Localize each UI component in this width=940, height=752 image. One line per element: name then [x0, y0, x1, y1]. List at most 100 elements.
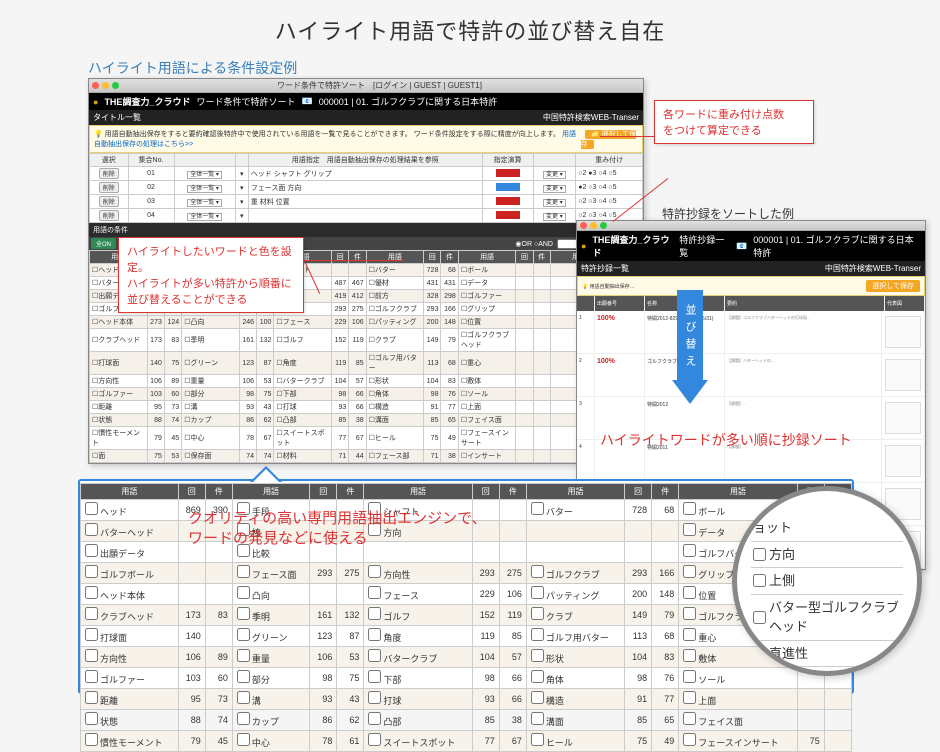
term-cell[interactable]: ゴルフボール: [81, 563, 179, 584]
term-cell[interactable]: ☐角度: [274, 352, 332, 375]
term-checkbox[interactable]: [85, 502, 98, 515]
term-cell[interactable]: 部分: [232, 668, 309, 689]
color-swatch[interactable]: [496, 183, 520, 191]
term-checkbox[interactable]: [85, 523, 98, 536]
term-cell[interactable]: ☐クラブヘッド: [90, 329, 148, 352]
term-cell[interactable]: ☐重量: [182, 375, 240, 388]
term-cell[interactable]: ソール: [679, 668, 797, 689]
term-checkbox[interactable]: [237, 649, 250, 662]
term-cell[interactable]: ☐フェイス面: [458, 414, 516, 427]
term-cell[interactable]: ☐重心: [458, 352, 516, 375]
term-cell[interactable]: ☐バター: [366, 264, 424, 277]
term-checkbox[interactable]: [85, 628, 98, 641]
term-cell[interactable]: ☐スイートスポット: [274, 427, 332, 450]
term-cell[interactable]: ゴルフ用バター: [526, 626, 624, 647]
term-checkbox[interactable]: [683, 649, 696, 662]
term-checkbox[interactable]: [368, 670, 381, 683]
term-checkbox[interactable]: [85, 565, 98, 578]
term-cell[interactable]: 方向性: [81, 647, 179, 668]
term-cell[interactable]: ☐前方: [366, 290, 424, 303]
term-checkbox[interactable]: [237, 691, 250, 704]
term-cell[interactable]: ☐面: [90, 450, 148, 463]
term-checkbox[interactable]: [683, 607, 696, 620]
term-cell[interactable]: ☐ボール: [458, 264, 516, 277]
term-cell[interactable]: ☐ゴルファー: [458, 290, 516, 303]
term-cell[interactable]: ☐凸向: [182, 316, 240, 329]
link-cn-search[interactable]: 中国特許検索: [543, 113, 591, 122]
term-cell[interactable]: ☐フェース部: [366, 450, 424, 463]
term-cell[interactable]: ☐方向性: [90, 375, 148, 388]
term-cell[interactable]: [526, 542, 624, 563]
term-cell[interactable]: ☐ソール: [458, 388, 516, 401]
term-cell[interactable]: ☐保存面: [182, 450, 240, 463]
term-cell[interactable]: ☐ヘッド本体: [90, 316, 148, 329]
term-checkbox[interactable]: [85, 649, 98, 662]
term-cell[interactable]: ☐クラブ: [366, 329, 424, 352]
term-cell[interactable]: 角体: [526, 668, 624, 689]
term-checkbox[interactable]: [753, 548, 766, 561]
term-cell[interactable]: ☐ゴルフ用バター: [366, 352, 424, 375]
term-cell[interactable]: ☐材料: [274, 450, 332, 463]
term-cell[interactable]: 方向性: [364, 563, 472, 584]
term-checkbox[interactable]: [531, 670, 544, 683]
term-cell[interactable]: ☐バタークラブ: [274, 375, 332, 388]
save-button[interactable]: 📁 選択して保存: [581, 130, 636, 149]
term-cell[interactable]: ☐フェース: [274, 316, 332, 329]
term-cell[interactable]: ☐凸部: [274, 414, 332, 427]
term-cell[interactable]: ☐形状: [366, 375, 424, 388]
term-checkbox[interactable]: [237, 670, 250, 683]
term-checkbox[interactable]: [237, 733, 250, 746]
term-cell[interactable]: クラブ: [526, 605, 624, 626]
term-checkbox[interactable]: [85, 712, 98, 725]
term-cell[interactable]: フェースインサート: [679, 731, 797, 752]
term-cell[interactable]: ☐フェースインサート: [458, 427, 516, 450]
term-cell[interactable]: クラブヘッド: [81, 605, 179, 626]
term-cell[interactable]: バター: [526, 500, 624, 521]
term-cell[interactable]: バターヘッド: [81, 521, 179, 542]
term-checkbox[interactable]: [368, 628, 381, 641]
term-checkbox[interactable]: [683, 628, 696, 641]
term-checkbox[interactable]: [531, 586, 544, 599]
term-checkbox[interactable]: [85, 607, 98, 620]
term-checkbox[interactable]: [85, 691, 98, 704]
term-cell[interactable]: ☐溝: [182, 401, 240, 414]
term-cell[interactable]: 凸部: [364, 710, 472, 731]
term-checkbox[interactable]: [683, 565, 696, 578]
term-cell[interactable]: ☐ゴルフ: [274, 329, 332, 352]
term-checkbox[interactable]: [85, 733, 98, 746]
term-cell[interactable]: ヘッド本体: [81, 584, 179, 605]
term-cell[interactable]: 溝面: [526, 710, 624, 731]
term-checkbox[interactable]: [683, 523, 696, 536]
term-cell[interactable]: ☐敷体: [458, 375, 516, 388]
term-cell[interactable]: 下部: [364, 668, 472, 689]
term-checkbox[interactable]: [237, 586, 250, 599]
term-cell[interactable]: ☐パッティング: [366, 316, 424, 329]
term-cell[interactable]: ☐ゴルフクラブヘッド: [458, 329, 516, 352]
term-checkbox[interactable]: [368, 712, 381, 725]
term-checkbox[interactable]: [368, 586, 381, 599]
term-cell[interactable]: ☐打球: [274, 401, 332, 414]
term-checkbox[interactable]: [85, 670, 98, 683]
scope-select[interactable]: 全体一覧 ▾: [187, 171, 222, 179]
term-cell[interactable]: ☐インサート: [458, 450, 516, 463]
term-cell[interactable]: 溝: [232, 689, 309, 710]
term-cell[interactable]: ☐角体: [366, 388, 424, 401]
term-cell[interactable]: 出願データ: [81, 542, 179, 563]
term-checkbox[interactable]: [531, 607, 544, 620]
term-cell[interactable]: ☐ゴルファー: [90, 388, 148, 401]
term-checkbox[interactable]: [683, 670, 696, 683]
term-cell[interactable]: スイートスポット: [364, 731, 472, 752]
term-checkbox[interactable]: [683, 733, 696, 746]
term-cell[interactable]: ☐部分: [182, 388, 240, 401]
term-checkbox[interactable]: [683, 544, 696, 557]
term-cell[interactable]: [526, 521, 624, 542]
term-checkbox[interactable]: [683, 586, 696, 599]
term-cell[interactable]: ☐グリップ: [458, 303, 516, 316]
term-cell[interactable]: ☐季明: [182, 329, 240, 352]
term-cell[interactable]: ヘッド: [81, 500, 179, 521]
term-cell[interactable]: 角度: [364, 626, 472, 647]
term-checkbox[interactable]: [237, 628, 250, 641]
term-checkbox[interactable]: [237, 565, 250, 578]
term-cell[interactable]: 構造: [526, 689, 624, 710]
term-cell[interactable]: カップ: [232, 710, 309, 731]
